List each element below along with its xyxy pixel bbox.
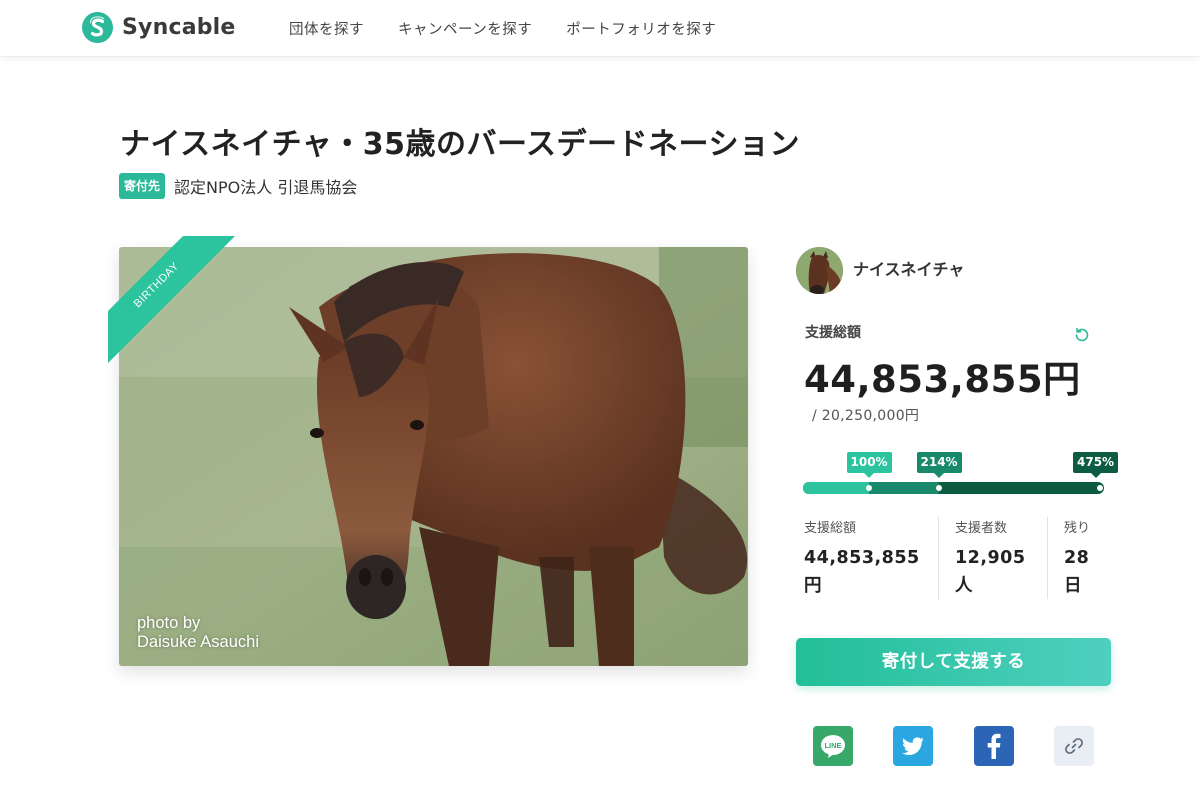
milestone-dot bbox=[866, 485, 872, 491]
donate-button[interactable]: 寄付して支援する bbox=[796, 638, 1111, 686]
progress-segment-1 bbox=[803, 482, 869, 494]
stat-label: 残り bbox=[1064, 521, 1091, 536]
stat-value: 12,905 人 bbox=[955, 544, 1047, 600]
stat-value: 44,853,855 円 bbox=[804, 544, 938, 600]
stat-value: 28 日 bbox=[1064, 544, 1104, 600]
link-icon bbox=[1065, 738, 1083, 754]
stat-value-unit: 日 bbox=[1064, 576, 1082, 596]
milestone-dot bbox=[1097, 485, 1103, 491]
copy-link-button[interactable] bbox=[1054, 726, 1094, 766]
stat-value-number: 12,905 bbox=[955, 548, 1026, 568]
stat-total: 支援総額 44,853,855 円 bbox=[804, 517, 938, 599]
syncable-logo[interactable]: Syncable bbox=[82, 12, 236, 43]
photo-credit-line2: Daisuke Asauchi bbox=[137, 633, 259, 651]
milestone-badge: 100% bbox=[846, 452, 892, 478]
twitter-icon bbox=[902, 737, 924, 755]
stat-value-number: 28 bbox=[1064, 548, 1090, 568]
stat-label: 支援者数 bbox=[955, 521, 1008, 536]
line-icon: LINE bbox=[821, 735, 845, 758]
logo-mark-icon bbox=[82, 12, 113, 43]
stat-value-unit: 円 bbox=[804, 576, 822, 596]
photo-credit-line1: photo by bbox=[137, 614, 201, 632]
goal-amount: / 20,250,000円 bbox=[812, 408, 920, 424]
share-twitter-button[interactable] bbox=[893, 726, 933, 766]
nav-find-portfolios[interactable]: ポートフォリオを探す bbox=[566, 18, 716, 39]
nav-find-organizations[interactable]: 団体を探す bbox=[289, 18, 364, 39]
share-line-button[interactable]: LINE bbox=[813, 726, 853, 766]
progress-track bbox=[803, 482, 1104, 494]
refresh-icon[interactable] bbox=[1073, 326, 1091, 344]
milestone-badge: 214% bbox=[916, 452, 962, 478]
progress-bar: 100% 214% 475% bbox=[803, 452, 1119, 496]
campaign-title: ナイスネイチャ・35歳のバースデードネーション bbox=[120, 127, 800, 162]
stat-value-number: 44,853,855 bbox=[804, 548, 920, 568]
organization-row: 寄付先 認定NPO法人 引退馬協会 bbox=[119, 173, 357, 199]
organization-link[interactable]: 認定NPO法人 引退馬協会 bbox=[174, 174, 357, 198]
stat-remaining: 残り 28 日 bbox=[1047, 517, 1104, 599]
stat-label: 支援総額 bbox=[804, 521, 857, 536]
total-amount-label: 支援総額 bbox=[805, 325, 861, 341]
share-facebook-button[interactable] bbox=[974, 726, 1014, 766]
nav-find-campaigns[interactable]: キャンペーンを探す bbox=[398, 18, 532, 39]
facebook-icon bbox=[987, 733, 1001, 759]
milestone-badge: 475% bbox=[1073, 452, 1119, 478]
milestone-dot bbox=[936, 485, 942, 491]
owner-avatar bbox=[796, 247, 843, 294]
photo-credit: photo by Daisuke Asauchi bbox=[137, 614, 259, 652]
stats-row: 支援総額 44,853,855 円 支援者数 12,905 人 残り 28 日 bbox=[804, 517, 1104, 599]
total-amount: 44,853,855円 bbox=[804, 358, 1081, 401]
owner-name: ナイスネイチャ bbox=[853, 259, 965, 279]
brand-name: Syncable bbox=[122, 15, 236, 40]
recipient-badge: 寄付先 bbox=[119, 173, 166, 199]
site-header: Syncable 団体を探す キャンペーンを探す ポートフォリオを探す bbox=[0, 0, 1200, 57]
line-icon-text: LINE bbox=[824, 741, 841, 750]
main-nav: 団体を探す キャンペーンを探す ポートフォリオを探す bbox=[289, 18, 750, 39]
campaign-owner[interactable]: ナイスネイチャ bbox=[796, 247, 964, 294]
birthday-ribbon: BIRTHDAY bbox=[108, 236, 238, 366]
stat-value-unit: 人 bbox=[955, 576, 973, 596]
stat-supporters: 支援者数 12,905 人 bbox=[938, 517, 1047, 599]
